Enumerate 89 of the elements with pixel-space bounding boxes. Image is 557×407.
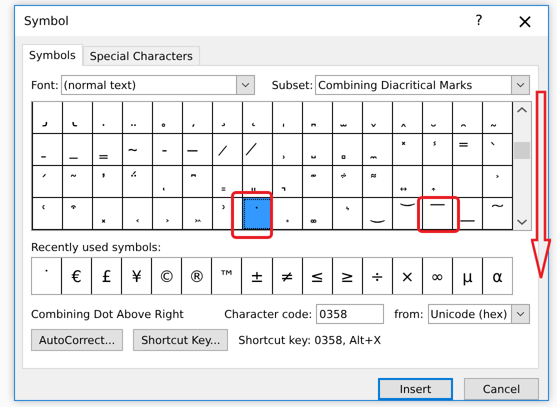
window-title: Symbol	[24, 14, 70, 28]
symbol-cell[interactable]: ̥	[153, 102, 183, 134]
dialog-button[interactable]: Insert	[378, 378, 453, 400]
symbol-cell[interactable]: ͝	[393, 198, 423, 230]
symbol-cell[interactable]: ͆	[183, 166, 213, 198]
close-button[interactable]: ×	[502, 6, 548, 36]
symbol-cell[interactable]: ̴	[123, 134, 153, 166]
symbol-cell[interactable]: ͚	[303, 198, 333, 230]
symbol-cell[interactable]: ̰	[483, 102, 513, 134]
dialog-button[interactable]: AutoCorrect...	[31, 329, 124, 351]
font-dropdown[interactable]: (normal text)	[60, 75, 255, 95]
symbol-cell[interactable]: ͒	[63, 198, 93, 230]
symbol-cell[interactable]: ̺	[303, 134, 333, 166]
symbol-cell[interactable]: ̼	[363, 134, 393, 166]
symbol-cell[interactable]: ̈́	[123, 166, 153, 198]
symbol-cell[interactable]: ͜	[363, 198, 393, 230]
caret-icon	[236, 76, 254, 94]
symbol-cell[interactable]: ̓	[93, 166, 123, 198]
symbol-cell[interactable]: ̦	[183, 102, 213, 134]
help-button[interactable]: ?	[456, 6, 502, 36]
shortcut-key-text: Shortcut key: 0358, Alt+X	[238, 334, 382, 346]
character-code-label: Character code:	[224, 308, 312, 320]
symbol-cell[interactable]: ̣	[93, 102, 123, 134]
symbol-cell[interactable]: ͘	[243, 198, 273, 230]
symbol-cell[interactable]: ͟	[453, 198, 483, 230]
subset-dropdown[interactable]: Combining Diacritical Marks	[315, 75, 530, 95]
caret-icon	[511, 305, 529, 323]
symbol-cell[interactable]: ͍	[393, 166, 423, 198]
caret-icon	[511, 76, 529, 94]
symbol-cell[interactable]: ̷	[213, 134, 243, 166]
subset-label: Subset:	[272, 78, 314, 92]
symbol-cell[interactable]: ͑	[33, 198, 63, 230]
font-label: Font:	[31, 78, 59, 92]
symbol-cell[interactable]: ͇	[213, 166, 243, 198]
symbol-cell[interactable]: ͗	[213, 198, 243, 230]
scrollbar[interactable]	[513, 102, 531, 230]
symbol-cell[interactable]: ͖	[183, 198, 213, 230]
symbol-cell[interactable]: ̾	[423, 134, 453, 166]
recent-label: Recently used symbols:	[31, 241, 162, 254]
symbol-cell[interactable]: ͉	[273, 166, 303, 198]
symbol-cell[interactable]: ͅ	[153, 166, 183, 198]
symbol-cell[interactable]: ̫	[333, 102, 363, 134]
symbol-cell[interactable]: ̢	[63, 102, 93, 134]
character-code-field[interactable]: 0358	[316, 304, 384, 324]
symbol-cell[interactable]: ͠	[483, 198, 513, 230]
symbol-cell[interactable]: ͈	[243, 166, 273, 198]
from-dropdown[interactable]: Unicode (hex)	[428, 304, 530, 324]
symbol-cell[interactable]: ̮	[423, 102, 453, 134]
symbol-cell[interactable]: ͞	[423, 198, 453, 230]
symbol-cell[interactable]: ̬	[363, 102, 393, 134]
symbol-cell[interactable]: ͕	[153, 198, 183, 230]
symbol-cell[interactable]: ̯	[453, 102, 483, 134]
symbol-cell[interactable]: ̭	[393, 102, 423, 134]
symbol-cell[interactable]: ̿	[453, 134, 483, 166]
character-name: Combining Dot Above Right	[31, 308, 185, 320]
highlight-rectangle	[231, 191, 273, 239]
symbol-cell[interactable]: ̽	[393, 134, 423, 166]
symbol-cell[interactable]: ̀	[483, 134, 513, 166]
from-label: from:	[394, 308, 424, 320]
symbol-cell[interactable]: ́	[33, 166, 63, 198]
symbol-cell[interactable]: ͋	[333, 166, 363, 198]
symbol-cell[interactable]: ̱	[33, 134, 63, 166]
symbol-cell[interactable]: ̵	[153, 134, 183, 166]
symbol-cell[interactable]: ̧	[213, 102, 243, 134]
symbol-cell[interactable]: ͐	[483, 166, 513, 198]
symbol-cell[interactable]: ̩	[273, 102, 303, 134]
symbol-cell[interactable]: ̡	[33, 102, 63, 134]
symbol-cell[interactable]: ͊	[303, 166, 333, 198]
tab[interactable]: Symbols	[22, 44, 83, 66]
symbol-cell[interactable]: ͔	[123, 198, 153, 230]
symbol-cell[interactable]: ̨	[243, 102, 273, 134]
symbol-cell[interactable]: ̹	[273, 134, 303, 166]
scroll-thumb[interactable]	[514, 142, 530, 159]
symbol-cell[interactable]: ͛	[333, 198, 363, 230]
dialog-button[interactable]: Shortcut Key...	[133, 329, 228, 351]
highlight-rectangle	[417, 196, 460, 233]
symbol-cell[interactable]: ̳	[93, 134, 123, 166]
symbol-cell[interactable]: ̻	[333, 134, 363, 166]
symbol-cell[interactable]: ͂	[63, 166, 93, 198]
symbol-cell[interactable]: ̶	[183, 134, 213, 166]
tab[interactable]: Special Characters	[82, 46, 200, 65]
symbol-cell[interactable]: ͙	[273, 198, 303, 230]
symbol-cell[interactable]: ̪	[303, 102, 333, 134]
symbol-cell[interactable]: ͓	[93, 198, 123, 230]
symbol-cell[interactable]: ̸	[243, 134, 273, 166]
symbol-cell[interactable]: ̤	[123, 102, 153, 134]
symbol-cell[interactable]: ̲	[63, 134, 93, 166]
dialog-button[interactable]: Cancel	[464, 378, 539, 400]
symbol-cell[interactable]: ͌	[363, 166, 393, 198]
